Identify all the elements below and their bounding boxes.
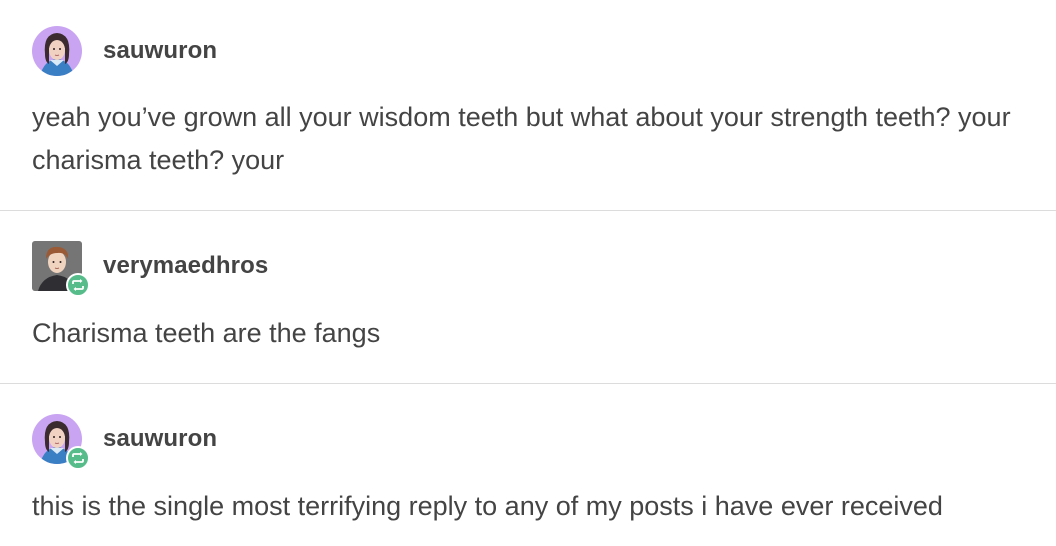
thread-post: sauwuron this is the single most terrify… <box>0 384 1056 546</box>
thread-post: sauwuron yeah you’ve grown all your wisd… <box>0 0 1056 210</box>
post-body: yeah you’ve grown all your wisdom teeth … <box>32 102 1011 175</box>
avatar[interactable] <box>32 414 90 470</box>
username[interactable]: sauwuron <box>103 37 217 65</box>
post-header: sauwuron <box>32 414 217 470</box>
avatar[interactable] <box>32 241 90 297</box>
post-header: verymaedhros <box>32 241 268 297</box>
username[interactable]: verymaedhros <box>103 252 268 280</box>
reblog-thread: sauwuron yeah you’ve grown all your wisd… <box>0 0 1056 546</box>
thread-post: verymaedhros Charisma teeth are the fang… <box>0 211 1056 383</box>
reblog-icon <box>66 273 90 297</box>
post-body: Charisma teeth are the fangs <box>32 318 381 348</box>
avatar[interactable] <box>32 26 82 76</box>
reblog-icon <box>66 446 90 470</box>
post-body: this is the single most terrifying reply… <box>32 491 943 521</box>
username[interactable]: sauwuron <box>103 425 217 453</box>
post-header: sauwuron <box>32 26 217 76</box>
